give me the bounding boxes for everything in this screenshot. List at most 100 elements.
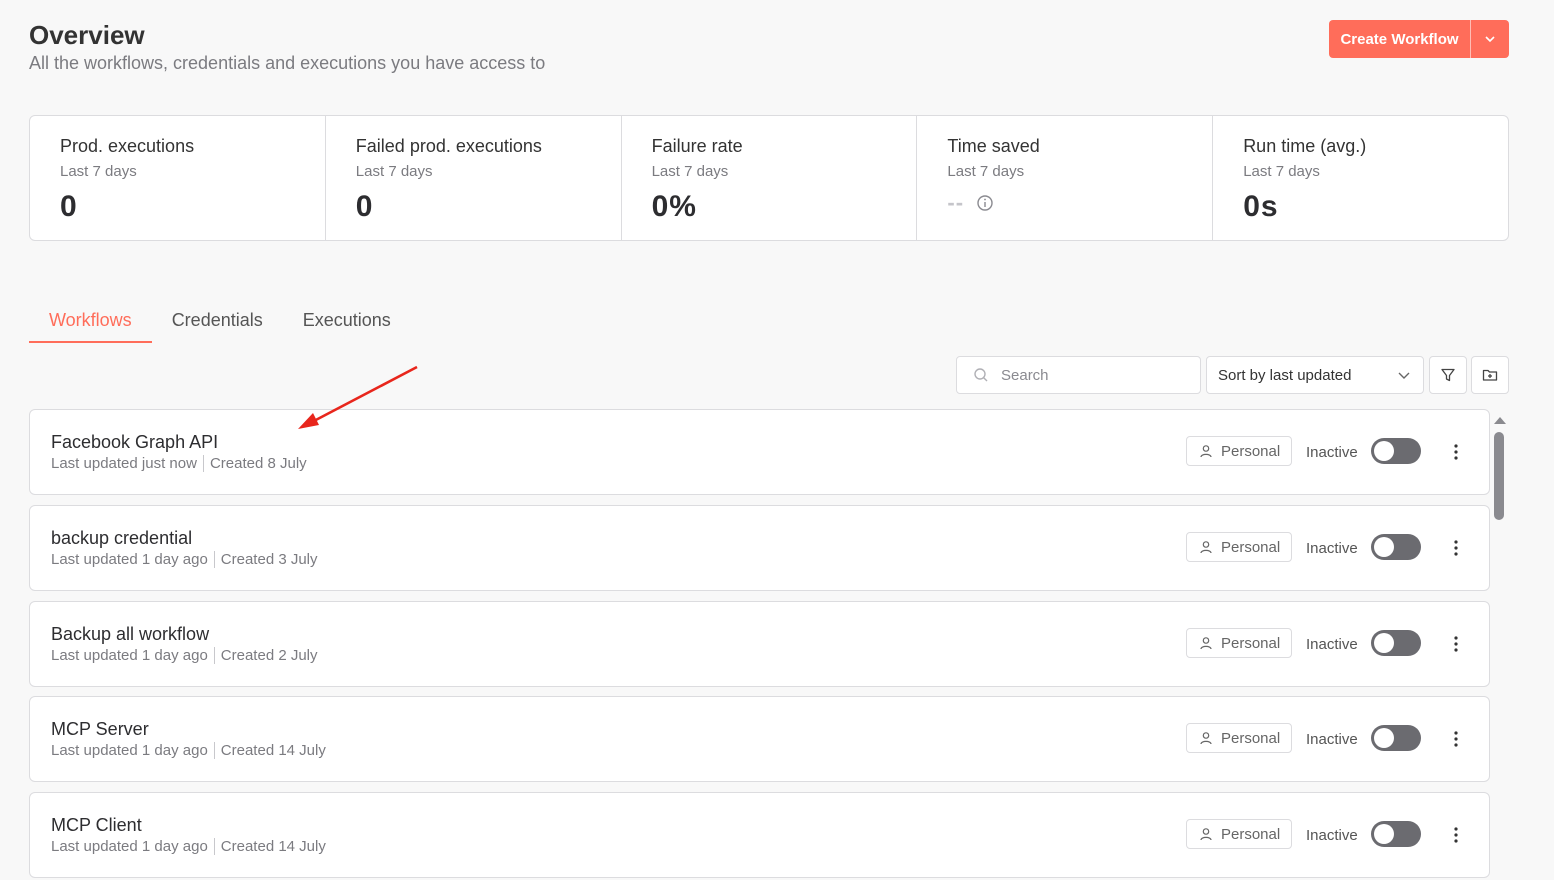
toggle-knob (1374, 537, 1394, 557)
stat-value: 0% (651, 190, 697, 223)
more-options-button[interactable] (1444, 440, 1468, 464)
chevron-down-icon (1398, 372, 1410, 379)
active-toggle[interactable] (1371, 725, 1421, 751)
toggle-knob (1374, 441, 1394, 461)
meta-divider (213, 551, 215, 568)
active-toggle[interactable] (1371, 821, 1421, 847)
workflow-updated: Last updated just now (51, 455, 197, 472)
toggle-knob (1374, 824, 1394, 844)
filter-icon (1441, 368, 1455, 382)
stat-value: 0s (1243, 190, 1279, 223)
search-input[interactable] (1001, 366, 1181, 384)
workflow-card[interactable]: backup credential Last updated 1 day ago… (29, 505, 1490, 591)
stat-period: Last 7 days (1243, 163, 1320, 180)
add-folder-icon (1482, 369, 1498, 381)
stat-label: Failed prod. executions (355, 136, 542, 156)
filter-button[interactable] (1429, 356, 1467, 394)
sort-select[interactable]: Sort by last updated (1206, 356, 1424, 394)
workflow-name[interactable]: MCP Server (51, 719, 149, 740)
info-icon[interactable] (976, 194, 994, 212)
owner-label: Personal (1221, 634, 1281, 652)
user-icon (1200, 732, 1212, 745)
meta-divider (213, 647, 215, 664)
stat-period: Last 7 days (947, 163, 1025, 180)
tab-credentials[interactable]: Credentials (152, 306, 283, 343)
more-options-button[interactable] (1444, 632, 1468, 656)
workflow-created: Created 3 July (220, 551, 318, 568)
status-label: Inactive (1306, 540, 1358, 557)
vertical-ellipsis-icon (1454, 827, 1458, 843)
workflow-name[interactable]: backup credential (51, 528, 192, 549)
workflow-meta: Last updated 1 day ago Created 14 July (51, 742, 326, 759)
workflow-created: Created 2 July (220, 647, 318, 664)
more-options-button[interactable] (1444, 727, 1468, 751)
user-icon (1200, 828, 1212, 841)
workflow-created: Created 8 July (209, 455, 307, 472)
create-workflow-label[interactable]: Create Workflow (1329, 20, 1470, 58)
tab-workflows[interactable]: Workflows (29, 306, 152, 343)
page-title: Overview (29, 20, 145, 50)
stat-value-wrapper: -- (947, 190, 1182, 216)
workflow-updated: Last updated 1 day ago (51, 647, 208, 664)
add-folder-button[interactable] (1471, 356, 1509, 394)
toggle-knob (1374, 728, 1394, 748)
meta-divider (213, 742, 215, 759)
workflow-name[interactable]: Facebook Graph API (51, 432, 218, 453)
stat-run-time: Run time (avg.) Last 7 days 0s (1213, 116, 1508, 240)
status-label: Inactive (1306, 444, 1358, 461)
stat-period: Last 7 days (355, 163, 433, 180)
stat-label: Prod. executions (60, 136, 195, 156)
scrollbar-thumb[interactable] (1494, 432, 1504, 520)
workflow-card[interactable]: Backup all workflow Last updated 1 day a… (29, 601, 1490, 687)
owner-badge: Personal (1186, 628, 1292, 658)
stat-label: Time saved (947, 136, 1040, 156)
stat-period: Last 7 days (651, 163, 729, 180)
workflow-created: Created 14 July (220, 838, 326, 855)
workflow-created: Created 14 July (220, 742, 326, 759)
workflow-updated: Last updated 1 day ago (51, 742, 208, 759)
tab-bar: Workflows Credentials Executions (29, 306, 411, 343)
chevron-down-icon (1485, 36, 1495, 43)
stat-label: Run time (avg.) (1243, 136, 1367, 156)
active-toggle[interactable] (1371, 630, 1421, 656)
more-options-button[interactable] (1444, 823, 1468, 847)
workflow-name[interactable]: MCP Client (51, 815, 142, 836)
workflow-updated: Last updated 1 day ago (51, 551, 208, 568)
stat-period: Last 7 days (60, 163, 137, 180)
vertical-ellipsis-icon (1454, 731, 1458, 747)
stats-panel: Prod. executions Last 7 days 0 Failed pr… (29, 115, 1509, 241)
stat-failure-rate: Failure rate Last 7 days 0% (622, 116, 918, 240)
tab-executions[interactable]: Executions (283, 306, 411, 343)
meta-divider (202, 455, 204, 472)
stat-value: 0 (355, 190, 374, 223)
active-toggle[interactable] (1371, 534, 1421, 560)
stat-failed-executions: Failed prod. executions Last 7 days 0 (326, 116, 622, 240)
workflow-card[interactable]: MCP Server Last updated 1 day ago Created… (29, 696, 1490, 782)
active-toggle[interactable] (1371, 438, 1421, 464)
toggle-knob (1374, 633, 1394, 653)
workflow-card[interactable]: MCP Client Last updated 1 day ago Created… (29, 792, 1490, 878)
stat-time-saved: Time saved Last 7 days -- (917, 116, 1214, 240)
workflow-meta: Last updated 1 day ago Created 3 July (51, 551, 318, 568)
more-options-button[interactable] (1444, 536, 1468, 560)
stat-value: 0 (60, 190, 78, 223)
stat-label: Failure rate (651, 136, 743, 156)
owner-badge: Personal (1186, 532, 1292, 562)
vertical-ellipsis-icon (1454, 444, 1458, 460)
create-dropdown-toggle[interactable] (1471, 20, 1509, 58)
workflow-card[interactable]: Facebook Graph API Last updated just now… (29, 409, 1490, 495)
search-icon (974, 368, 988, 382)
vertical-ellipsis-icon (1454, 636, 1458, 652)
owner-badge: Personal (1186, 723, 1292, 753)
search-box[interactable] (956, 356, 1201, 394)
user-icon (1200, 445, 1212, 458)
create-workflow-button[interactable]: Create Workflow (1329, 20, 1509, 58)
workflow-name[interactable]: Backup all workflow (51, 624, 209, 645)
owner-badge: Personal (1186, 436, 1292, 466)
meta-divider (213, 838, 215, 855)
status-label: Inactive (1306, 636, 1358, 653)
scroll-up-arrow-icon[interactable] (1493, 415, 1507, 425)
owner-badge: Personal (1186, 819, 1292, 849)
user-icon (1200, 637, 1212, 650)
workflow-meta: Last updated 1 day ago Created 2 July (51, 647, 318, 664)
